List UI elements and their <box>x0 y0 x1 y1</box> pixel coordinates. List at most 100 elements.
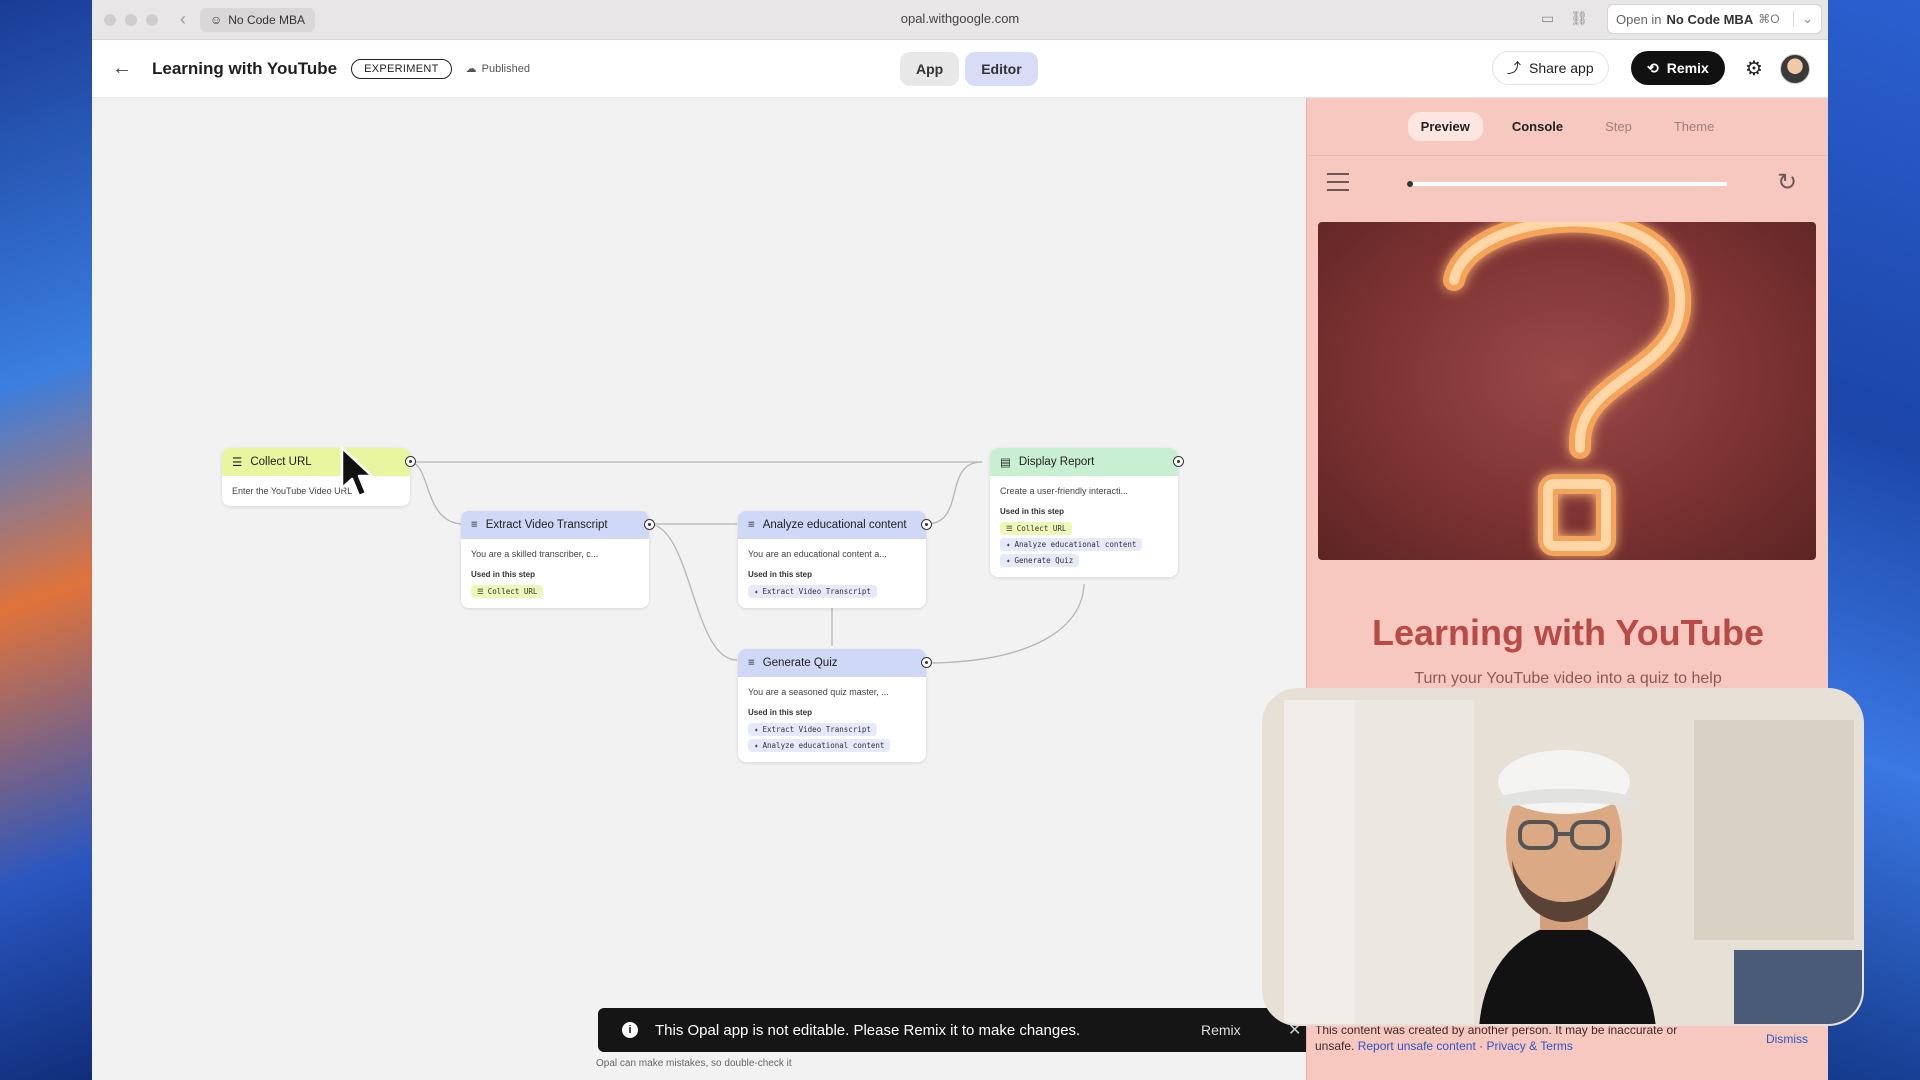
flow-canvas[interactable]: ☰ Collect URL Enter the YouTube Video UR… <box>92 98 1321 1080</box>
node-header: ☰ Collect URL <box>222 448 416 476</box>
dependency-chip[interactable]: ☰ Collect URL <box>1000 522 1073 535</box>
dependency-chip[interactable]: ✦ Analyze educational content <box>1000 538 1143 551</box>
node-header: ≡ Generate Quiz <box>738 649 932 677</box>
report-unsafe-link[interactable]: Report unsafe content <box>1358 1039 1476 1053</box>
node-body: You are a seasoned quiz master, ... Used… <box>738 677 926 762</box>
browser-toolbar: ‹ ☺ No Code MBA opal.withgoogle.com ▭ ⛓ … <box>92 0 1828 40</box>
cast-icon[interactable]: ▭ <box>1541 10 1554 27</box>
experiment-badge: EXPERIMENT <box>351 58 452 79</box>
published-status: ☁ Published <box>466 62 530 76</box>
connection-wires <box>408 461 1085 664</box>
node-extract-video-transcript[interactable]: ≡ Extract Video Transcript You are a ski… <box>461 511 655 608</box>
output-port[interactable] <box>644 519 655 530</box>
wire-quiz-to-report <box>925 583 1085 664</box>
node-body: You are a skilled transcriber, c... Used… <box>461 539 649 608</box>
output-port[interactable] <box>1173 456 1184 467</box>
chevron-down-icon[interactable]: ⌄ <box>1793 11 1813 27</box>
info-icon: i <box>622 1022 638 1038</box>
share-app-button[interactable]: ⤴ Share app <box>1492 51 1609 85</box>
generate-icon: ≡ <box>748 657 755 669</box>
dependency-chip[interactable]: ✦ Analyze educational content <box>748 739 891 752</box>
node-display-report[interactable]: ▤ Display Report Create a user-friendly … <box>990 448 1184 577</box>
published-label: Published <box>481 62 530 75</box>
used-in-step-label: Used in this step <box>471 570 536 579</box>
dismiss-button[interactable]: Dismiss <box>1766 1032 1808 1046</box>
chip-label: Collect URL <box>487 587 538 596</box>
close-window-button[interactable] <box>104 13 116 26</box>
input-icon: ☰ <box>232 457 243 469</box>
output-port[interactable] <box>921 519 932 530</box>
browser-back-icon[interactable]: ‹ <box>180 9 186 30</box>
display-icon: ▤ <box>1000 457 1011 469</box>
maximize-window-button[interactable] <box>146 13 158 26</box>
open-in-prefix: Open in <box>1616 11 1662 27</box>
app-header: ← Learning with YouTube EXPERIMENT ☁ Pub… <box>92 40 1828 98</box>
toast-remix-button[interactable]: Remix <box>1201 1022 1241 1038</box>
minimize-window-button[interactable] <box>125 13 137 26</box>
dependency-chip[interactable]: ☰ Collect URL <box>471 585 544 598</box>
refresh-icon[interactable]: ↻ <box>1777 168 1797 197</box>
output-port[interactable] <box>405 456 416 467</box>
tab-console[interactable]: Console <box>1499 112 1576 141</box>
node-body: Enter the YouTube Video URL <box>222 476 410 506</box>
node-header: ≡ Analyze educational content <box>738 511 932 539</box>
wire-collect-to-extract <box>408 461 465 525</box>
open-in-target: No Code MBA <box>1666 11 1754 27</box>
chip-label: Analyze educational content <box>1014 540 1137 549</box>
chip-label: Extract Video Transcript <box>762 725 871 734</box>
tab-preview[interactable]: Preview <box>1407 112 1483 141</box>
node-generate-quiz[interactable]: ≡ Generate Quiz You are a seasoned quiz … <box>738 649 932 762</box>
node-title: Display Report <box>1018 456 1095 468</box>
page-title: Learning with YouTube <box>152 58 338 78</box>
output-port[interactable] <box>921 657 932 668</box>
preview-toolbar: ↻ <box>1307 156 1828 210</box>
used-in-step-label: Used in this step <box>748 570 813 579</box>
chip-label: Collect URL <box>1016 524 1067 533</box>
privacy-terms-link[interactable]: Privacy & Terms <box>1486 1039 1572 1053</box>
content-warning: This content was created by another pers… <box>1315 1023 1678 1053</box>
generate-icon: ≡ <box>471 519 478 531</box>
panel-tabs: Preview Console Step Theme <box>1307 98 1828 156</box>
preview-app-title: Learning with YouTube <box>1372 612 1764 653</box>
open-in-app-button[interactable]: Open in No Code MBA ⌘O ⌄ <box>1607 4 1822 34</box>
gear-icon[interactable]: ⚙ <box>1745 56 1763 81</box>
editor-mode-button[interactable]: Editor <box>965 52 1038 86</box>
share-icon: ⤴ <box>1507 60 1521 76</box>
neon-question-mark-icon <box>1443 222 1692 556</box>
node-header: ≡ Extract Video Transcript <box>461 511 655 539</box>
link-icon[interactable]: ⛓ <box>1570 10 1588 27</box>
progress-bar <box>1407 181 1727 187</box>
node-description: You are an educational content a... <box>748 549 887 559</box>
node-collect-url[interactable]: ☰ Collect URL Enter the YouTube Video UR… <box>222 448 416 506</box>
profile-tab[interactable]: ☺ No Code MBA <box>200 7 315 32</box>
chip-label: Analyze educational content <box>762 741 885 750</box>
avatar[interactable] <box>1780 54 1810 84</box>
remix-button[interactable]: ⟲ Remix <box>1631 51 1725 85</box>
tab-step[interactable]: Step <box>1592 112 1645 141</box>
dependency-chip[interactable]: ✦ Extract Video Transcript <box>748 723 877 736</box>
remix-label: Remix <box>1666 60 1709 76</box>
progress-indicator <box>1407 181 1413 187</box>
node-header: ▤ Display Report <box>990 448 1184 476</box>
toolbar-icons: ▭ ⛓ <box>1541 10 1588 27</box>
open-in-shortcut: ⌘O <box>1758 12 1780 26</box>
node-description: Create a user-friendly interacti... <box>1000 486 1129 496</box>
node-title: Extract Video Transcript <box>485 519 608 531</box>
node-description: You are a seasoned quiz master, ... <box>748 687 889 697</box>
menu-icon[interactable] <box>1327 173 1349 197</box>
dependency-chip[interactable]: ✦ Generate Quiz <box>1000 554 1080 567</box>
chip-label: Extract Video Transcript <box>762 587 871 596</box>
wire-extract-to-quiz <box>647 523 738 661</box>
tab-theme[interactable]: Theme <box>1661 112 1727 141</box>
used-in-step-label: Used in this step <box>1000 507 1065 516</box>
node-description: You are a skilled transcriber, c... <box>471 549 599 559</box>
toast-message: This Opal app is not editable. Please Re… <box>655 1021 1081 1039</box>
chip-label: Generate Quiz <box>1014 556 1074 565</box>
node-analyze-educational-content[interactable]: ≡ Analyze educational content You are an… <box>738 511 932 608</box>
app-mode-button[interactable]: App <box>900 52 960 86</box>
node-body: Create a user-friendly interacti... Used… <box>990 476 1178 577</box>
back-arrow-icon[interactable]: ← <box>112 57 132 80</box>
profile-icon: ☺ <box>210 12 223 27</box>
dependency-chip[interactable]: ✦ Extract Video Transcript <box>748 585 877 598</box>
used-in-step-label: Used in this step <box>748 708 813 717</box>
